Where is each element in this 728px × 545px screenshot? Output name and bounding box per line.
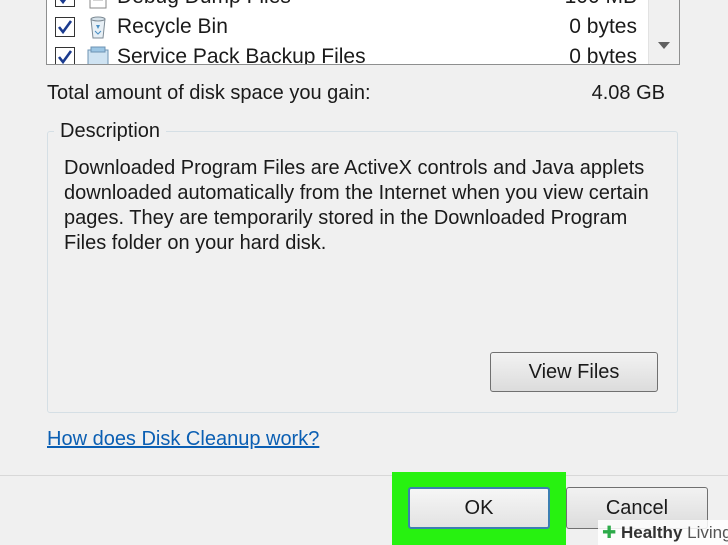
list-item[interactable]: Debug Dump Files 100 MB [47,0,647,12]
list-item[interactable]: Recycle Bin 0 bytes [47,14,647,42]
checkbox[interactable] [55,0,75,7]
disk-cleanup-help-link[interactable]: How does Disk Cleanup work? [47,428,319,451]
total-space-value: 4.08 GB [591,82,665,104]
backup-files-icon [87,46,109,64]
checkbox[interactable] [55,17,75,37]
description-text: Downloaded Program Files are ActiveX con… [64,157,649,254]
file-name: Debug Dump Files [117,0,291,9]
file-size: 100 MB [565,0,637,9]
file-size: 0 bytes [569,15,637,38]
vertical-scrollbar[interactable] [648,0,679,64]
file-name: Service Pack Backup Files [117,45,366,65]
watermark: ✚ Healthy Living [598,520,728,545]
watermark-brand-a: Healthy [620,523,683,542]
recycle-bin-icon [90,16,106,39]
document-icon [89,0,107,9]
checkmark-icon [59,0,67,5]
file-size: 0 bytes [569,45,637,65]
checkbox[interactable] [55,47,75,64]
scroll-down-arrow-icon[interactable] [658,42,670,49]
watermark-brand-b: Living [687,523,728,542]
total-space-label: Total amount of disk space you gain: [47,82,371,104]
health-cross-icon: ✚ [602,523,617,542]
list-item[interactable]: Service Pack Backup Files 0 bytes [47,44,647,65]
checkmark-icon [57,50,73,64]
description-heading: Description [54,120,167,143]
view-files-button[interactable]: View Files [490,352,658,392]
ok-button[interactable]: OK [408,487,550,529]
file-name: Recycle Bin [117,15,228,38]
checkmark-icon [57,20,73,35]
file-list[interactable]: Debug Dump Files 100 MB Recycle Bin 0 by… [46,0,680,65]
description-group: Description Downloaded Program Files are… [47,120,678,413]
